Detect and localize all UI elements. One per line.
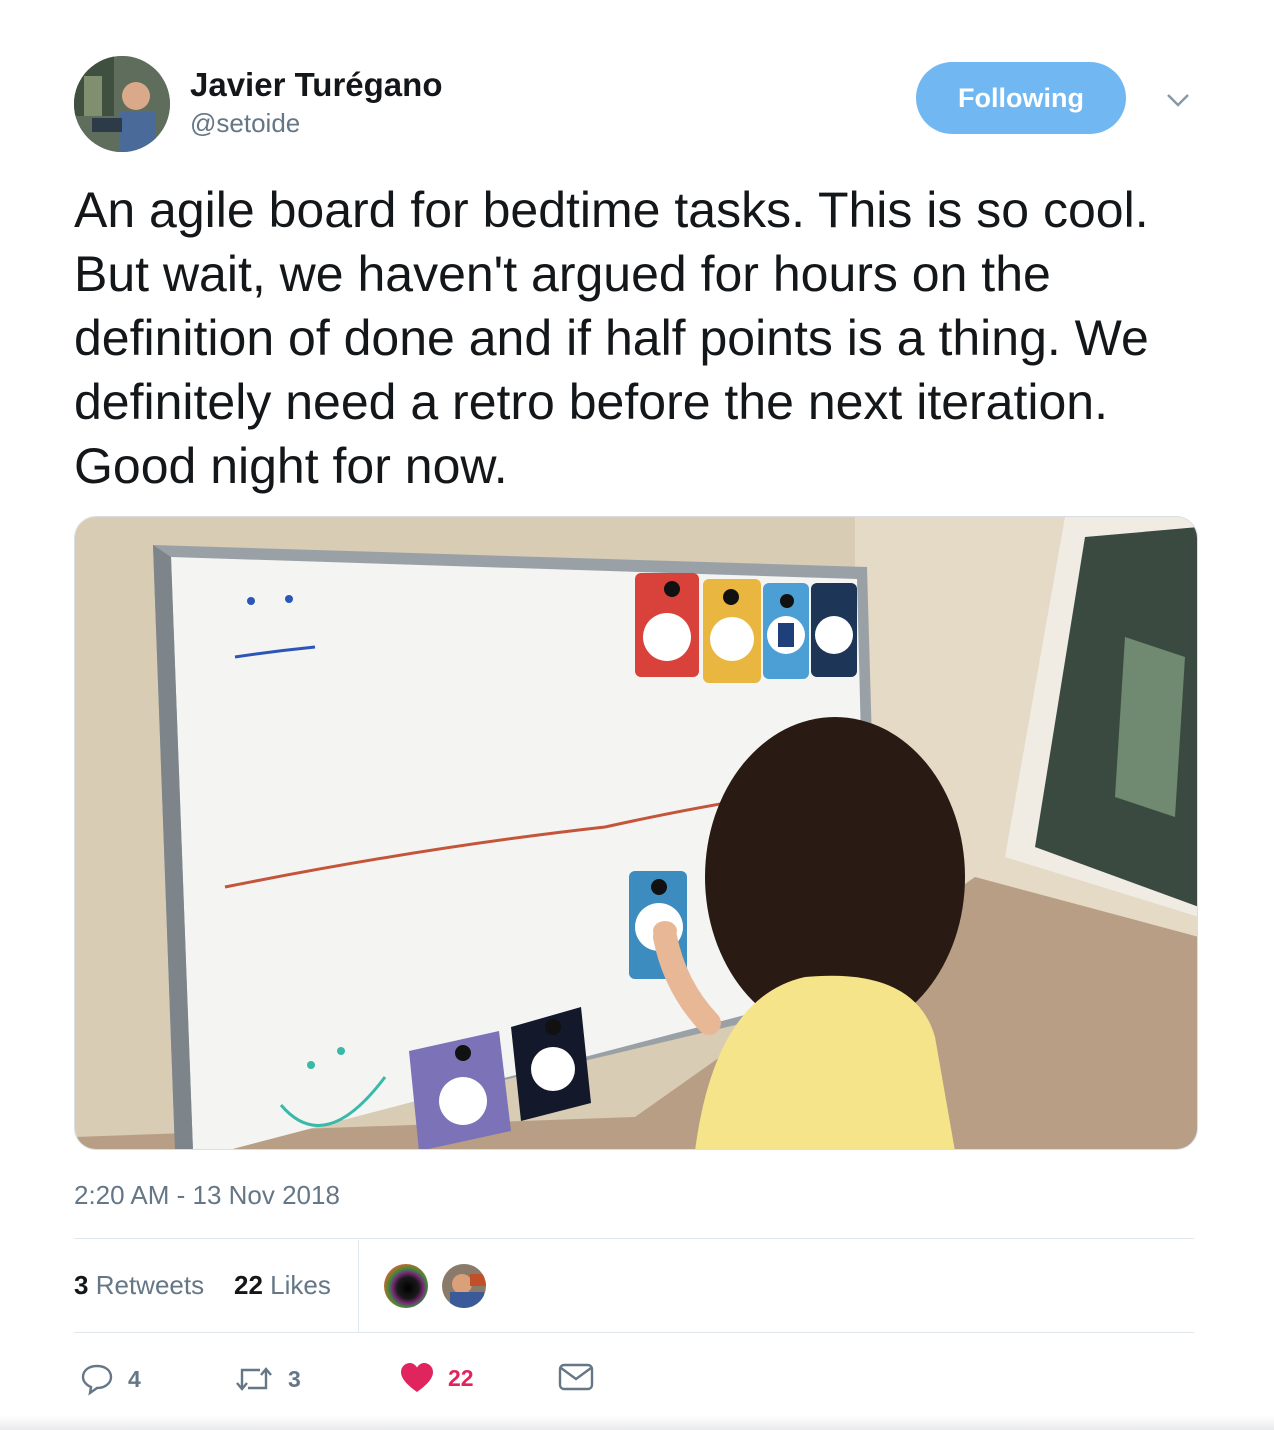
task-card-bed bbox=[811, 583, 857, 677]
retweet-icon bbox=[236, 1367, 272, 1391]
tweet-header: Javier Turégano @setoide Following bbox=[74, 56, 1194, 156]
divider bbox=[74, 1238, 1194, 1239]
likes-label: Likes bbox=[270, 1270, 331, 1300]
task-card-put-away bbox=[409, 1031, 511, 1149]
liker-avatar[interactable] bbox=[382, 1262, 430, 1310]
task-card-brush-teeth bbox=[635, 573, 699, 677]
tweet-timestamp[interactable]: 2:20 AM - 13 Nov 2018 bbox=[74, 1180, 340, 1211]
like-count: 22 bbox=[448, 1364, 474, 1391]
envelope-icon bbox=[558, 1363, 594, 1391]
author-display-name[interactable]: Javier Turégano bbox=[190, 66, 442, 104]
heart-icon bbox=[401, 1363, 433, 1392]
retweet-count: 3 bbox=[288, 1365, 301, 1392]
task-card-read bbox=[763, 583, 809, 679]
avatar[interactable] bbox=[74, 56, 170, 152]
author-handle[interactable]: @setoide bbox=[190, 108, 300, 139]
retweet-button[interactable]: 3 bbox=[234, 1362, 301, 1396]
reply-count: 4 bbox=[128, 1365, 141, 1392]
retweets-label: Retweets bbox=[95, 1270, 205, 1300]
likes-stat[interactable]: 22 Likes bbox=[234, 1270, 331, 1301]
task-card-yellow bbox=[703, 579, 761, 683]
divider bbox=[74, 1332, 1194, 1333]
reply-button[interactable]: 4 bbox=[80, 1362, 141, 1396]
tweet-photo[interactable] bbox=[74, 516, 1198, 1150]
liker-avatar[interactable] bbox=[440, 1262, 488, 1310]
direct-message-button[interactable] bbox=[558, 1362, 594, 1392]
like-button[interactable]: 22 bbox=[400, 1362, 474, 1394]
chevron-down-icon[interactable] bbox=[1164, 86, 1192, 114]
tweet-text: An agile board for bedtime tasks. This i… bbox=[74, 182, 1149, 494]
stats-separator bbox=[358, 1240, 359, 1332]
likes-count: 22 bbox=[234, 1270, 263, 1300]
tweet-stats: 3 Retweets 22 Likes bbox=[74, 1240, 1194, 1332]
tweet-actions: 4 3 22 bbox=[74, 1352, 1194, 1412]
following-button[interactable]: Following bbox=[916, 62, 1126, 134]
page-bottom-shadow bbox=[0, 1416, 1274, 1430]
retweets-stat[interactable]: 3 Retweets bbox=[74, 1270, 204, 1301]
retweets-count: 3 bbox=[74, 1270, 89, 1300]
reply-icon bbox=[81, 1364, 113, 1396]
task-card-pajamas bbox=[511, 1007, 591, 1121]
